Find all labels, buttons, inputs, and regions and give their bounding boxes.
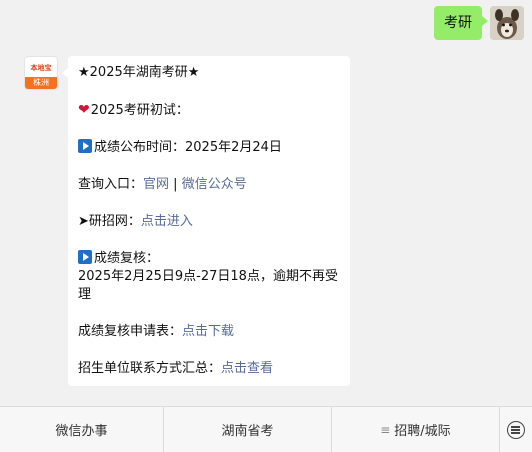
heart-icon: ❤ (78, 102, 90, 118)
bot-avatar-city: 株洲 (25, 77, 57, 89)
play-icon (78, 250, 92, 264)
recheck-label: 成绩复核： (94, 251, 160, 266)
menu-item-hunan-exam[interactable]: 湖南省考 (164, 407, 332, 452)
keyboard-icon (507, 420, 525, 439)
user-message: 考研 (434, 6, 524, 40)
bot-message-bubble: ★2025年湖南考研★ ❤2025考研初试： 成绩公布时间：2025年2月24日… (62, 56, 350, 386)
menu-item-jobs[interactable]: ≡ 招聘/城际 (332, 407, 500, 452)
form-label: 成绩复核申请表： (78, 324, 183, 339)
score-time-line: 成绩公布时间：2025年2月24日 (78, 139, 350, 157)
bottom-menu-bar: 微信办事 湖南省考 ≡ 招聘/城际 (0, 406, 532, 452)
section-exam-label: 2025考研初试： (90, 103, 189, 118)
submenu-icon: ≡ (380, 422, 391, 437)
contact-view-link[interactable]: 点击查看 (221, 361, 273, 376)
official-site-link[interactable]: 官网 (143, 177, 169, 192)
recheck-line: 成绩复核： (78, 250, 350, 268)
section-exam: ❤2025考研初试： (78, 101, 350, 120)
dog-avatar-icon (490, 6, 524, 40)
user-avatar[interactable] (490, 6, 524, 40)
keyboard-toggle-button[interactable] (500, 407, 532, 452)
score-time: 成绩公布时间：2025年2月24日 (94, 140, 282, 155)
query-separator: | (169, 177, 182, 192)
wechat-account-link[interactable]: 微信公众号 (182, 177, 247, 192)
menu-item-label: 湖南省考 (221, 424, 274, 439)
contact-label: 招生单位联系方式汇总： (78, 361, 222, 376)
bot-message: 本地宝 株洲 ★2025年湖南考研★ ❤2025考研初试： 成绩公布时间：202… (24, 56, 350, 386)
yzw-label: ➤研招网： (78, 214, 141, 229)
play-icon (78, 139, 92, 153)
form-line: 成绩复核申请表：点击下载 (78, 323, 350, 341)
yzw-enter-link[interactable]: 点击进入 (141, 214, 193, 229)
menu-item-label: 招聘/城际 (394, 424, 451, 439)
user-message-bubble[interactable]: 考研 (434, 6, 488, 40)
bot-avatar-logo-text: 本地宝 (30, 64, 52, 72)
form-download-link[interactable]: 点击下载 (182, 324, 234, 339)
query-line: 查询入口：官网 | 微信公众号 (78, 176, 350, 194)
menu-item-wechat-services[interactable]: 微信办事 (0, 407, 164, 452)
recheck-time: 2025年2月25日9点-27日18点，逾期不再受 (78, 269, 338, 284)
recheck-time-cont: 理 (78, 287, 92, 302)
bot-avatar[interactable]: 本地宝 株洲 (24, 56, 58, 90)
contact-line: 招生单位联系方式汇总：点击查看 (78, 360, 350, 378)
yzw-line: ➤研招网：点击进入 (78, 213, 350, 231)
message-title: ★2025年湖南考研★ (78, 65, 200, 80)
menu-item-label: 微信办事 (55, 424, 108, 439)
query-label: 查询入口： (78, 177, 144, 192)
